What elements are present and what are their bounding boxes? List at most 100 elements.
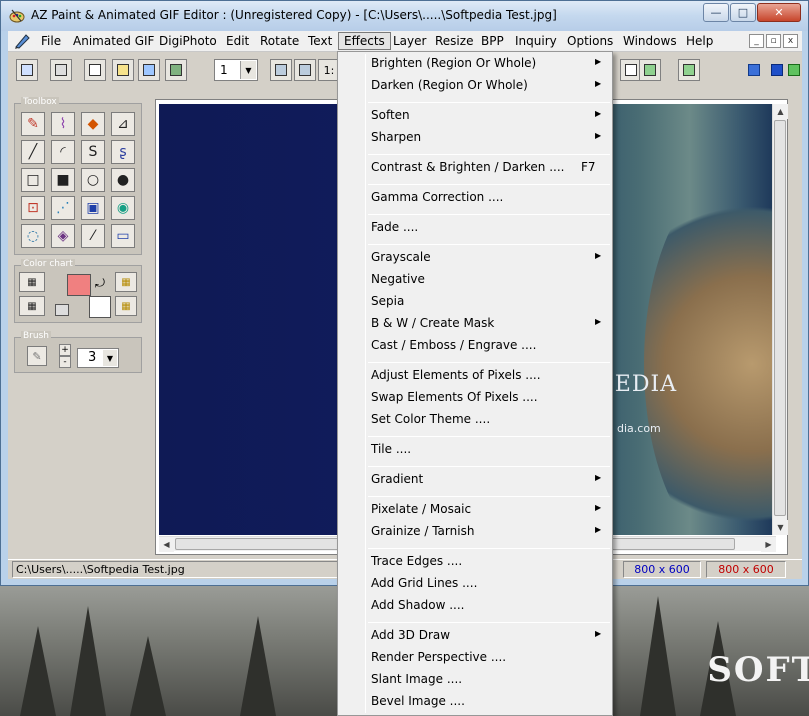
reset-colors-icon[interactable] (55, 304, 69, 316)
effects-menu-item[interactable]: Sepia (371, 294, 607, 314)
effects-menu-item[interactable]: Soften ▶ (371, 108, 607, 128)
filled-rectangle-icon[interactable]: ■ (51, 168, 75, 192)
filled-ellipse-icon[interactable]: ● (111, 168, 135, 192)
effects-menu-item[interactable]: Cast / Emboss / Engrave .... (371, 338, 607, 358)
text-tool-icon[interactable]: ▭ (111, 224, 135, 248)
polygon-icon[interactable]: ⊿ (111, 112, 135, 136)
menu-inquiry[interactable]: Inquiry (515, 34, 557, 48)
toolbar-filmstrip-button[interactable] (678, 59, 700, 81)
effects-menu-item-label: Soften (371, 108, 410, 122)
color-picker-icon[interactable]: ▦ (115, 272, 137, 292)
effects-menu-item[interactable]: Negative (371, 272, 607, 292)
toolbar-grid-button[interactable] (743, 59, 765, 81)
menu-digiphoto[interactable]: DigiPhoto (159, 34, 217, 48)
brush-size-increase-button[interactable]: + (59, 344, 71, 356)
effects-menu-item[interactable]: Grainize / Tarnish ▶ (371, 524, 607, 544)
fill-bucket-icon[interactable]: ◉ (111, 196, 135, 220)
effects-menu-item[interactable]: Slant Image .... (371, 672, 607, 692)
effects-menu-item[interactable]: Gradient ▶ (371, 472, 607, 492)
secondary-color-swatch[interactable] (89, 296, 111, 318)
menu-rotate[interactable]: Rotate (260, 34, 299, 48)
toolbar-new-button[interactable] (84, 59, 106, 81)
effects-menu-item[interactable]: Darken (Region Or Whole) ▶ (371, 78, 607, 98)
maximize-button[interactable]: □ (730, 3, 756, 22)
effects-menu-item[interactable]: B & W / Create Mask ▶ (371, 316, 607, 336)
menu-text[interactable]: Text (308, 34, 332, 48)
eraser-icon[interactable]: ◆ (81, 112, 105, 136)
menu-options[interactable]: Options (567, 34, 613, 48)
brush-size-decrease-button[interactable]: - (59, 356, 71, 368)
effects-menu-item[interactable]: Add 3D Draw ▶ (371, 628, 607, 648)
rectangle-icon[interactable]: □ (21, 168, 45, 192)
freehand-curve-icon[interactable]: ʂ (111, 140, 135, 164)
gradient-icon[interactable]: ◈ (51, 224, 75, 248)
pencil-icon[interactable]: ✎ (21, 112, 45, 136)
toolbar-open-animation-button[interactable] (165, 59, 187, 81)
lasso-icon[interactable]: ◌ (21, 224, 45, 248)
frame-select[interactable]: 1 ▼ (214, 59, 258, 81)
toolbar-zoom-out-button[interactable] (294, 59, 316, 81)
mdi-document-icon[interactable] (14, 33, 32, 50)
effects-menu-item[interactable]: Add Shadow .... (371, 598, 607, 618)
eyedropper-icon[interactable]: ⁄ (81, 224, 105, 248)
scroll-up-icon[interactable]: ▲ (773, 104, 788, 119)
palette-grid-alt-icon[interactable]: ▦ (19, 296, 45, 316)
minimize-button[interactable]: — (703, 3, 729, 22)
clone-icon[interactable]: ▣ (81, 196, 105, 220)
swap-colors-icon[interactable]: ⤾ (95, 276, 105, 291)
effects-menu-item[interactable]: Tile .... (371, 442, 607, 462)
toolbar-film-button[interactable] (639, 59, 661, 81)
effects-menu-item[interactable]: Pixelate / Mosaic ▶ (371, 502, 607, 522)
primary-color-swatch[interactable] (67, 274, 91, 296)
effects-menu-item[interactable]: Bevel Image .... (371, 694, 607, 714)
spray-icon[interactable]: ⋰ (51, 196, 75, 220)
effects-menu-item[interactable]: Trace Edges .... (371, 554, 607, 574)
effects-menu-item[interactable]: Fade .... (371, 220, 607, 240)
mdi-minimize-button[interactable]: _ (749, 34, 764, 48)
title-bar[interactable]: AZ Paint & Animated GIF Editor : (Unregi… (1, 1, 808, 31)
toolbar-open-button[interactable] (112, 59, 134, 81)
scroll-left-icon[interactable]: ◀ (159, 537, 174, 552)
effects-menu-item[interactable]: Set Color Theme .... (371, 412, 607, 432)
effects-menu-item[interactable]: Adjust Elements of Pixels .... (371, 368, 607, 388)
stamp-icon[interactable]: ⊡ (21, 196, 45, 220)
effects-menu-item[interactable]: Swap Elements Of Pixels .... (371, 390, 607, 410)
color-picker-alt-icon[interactable]: ▦ (115, 296, 137, 316)
brush-shape-icon[interactable]: ✎ (27, 346, 47, 366)
toolbar-frame-button[interactable] (16, 59, 38, 81)
palette-grid-icon[interactable]: ▦ (19, 272, 45, 292)
brush-size-select[interactable]: 3 ▼ (77, 348, 119, 368)
arc-icon[interactable]: ◜ (51, 140, 75, 164)
menu-help[interactable]: Help (686, 34, 713, 48)
menu-windows[interactable]: Windows (623, 34, 677, 48)
vertical-scroll-thumb[interactable] (774, 120, 786, 516)
menu-bpp[interactable]: BPP (481, 34, 504, 48)
effects-menu-item[interactable]: Brighten (Region Or Whole) ▶ (371, 56, 607, 76)
effects-menu-item[interactable]: Sharpen ▶ (371, 130, 607, 150)
menu-resize[interactable]: Resize (435, 34, 473, 48)
effects-menu-item[interactable]: Add Grid Lines .... (371, 576, 607, 596)
scroll-down-icon[interactable]: ▼ (773, 520, 788, 535)
toolbar-save-button[interactable] (138, 59, 160, 81)
menu-animated-gif[interactable]: Animated GIF (73, 34, 154, 48)
toolbar-layers-button[interactable] (50, 59, 72, 81)
menu-layer[interactable]: Layer (393, 34, 426, 48)
menu-effects[interactable]: Effects (338, 32, 391, 50)
line-icon[interactable]: ╱ (21, 140, 45, 164)
effects-menu-item[interactable]: Grayscale ▶ (371, 250, 607, 270)
toolbar-zoom-in-button[interactable] (270, 59, 292, 81)
menu-file[interactable]: File (41, 34, 61, 48)
menu-edit[interactable]: Edit (226, 34, 249, 48)
close-button[interactable]: ✕ (757, 3, 801, 22)
effects-menu-item[interactable]: Contrast & Brighten / Darken .... F7 (371, 160, 607, 180)
scroll-right-icon[interactable]: ▶ (761, 537, 776, 552)
brush-icon[interactable]: ⌇ (51, 112, 75, 136)
vertical-scrollbar[interactable]: ▲ ▼ (772, 104, 788, 535)
mdi-close-button[interactable]: x (783, 34, 798, 48)
toolbar-windows-button[interactable] (783, 59, 805, 81)
curve-icon[interactable]: S (81, 140, 105, 164)
ellipse-icon[interactable]: ○ (81, 168, 105, 192)
effects-menu-item[interactable]: Render Perspective .... (371, 650, 607, 670)
effects-menu-item[interactable]: Gamma Correction .... (371, 190, 607, 210)
mdi-restore-button[interactable]: ▫ (766, 34, 781, 48)
